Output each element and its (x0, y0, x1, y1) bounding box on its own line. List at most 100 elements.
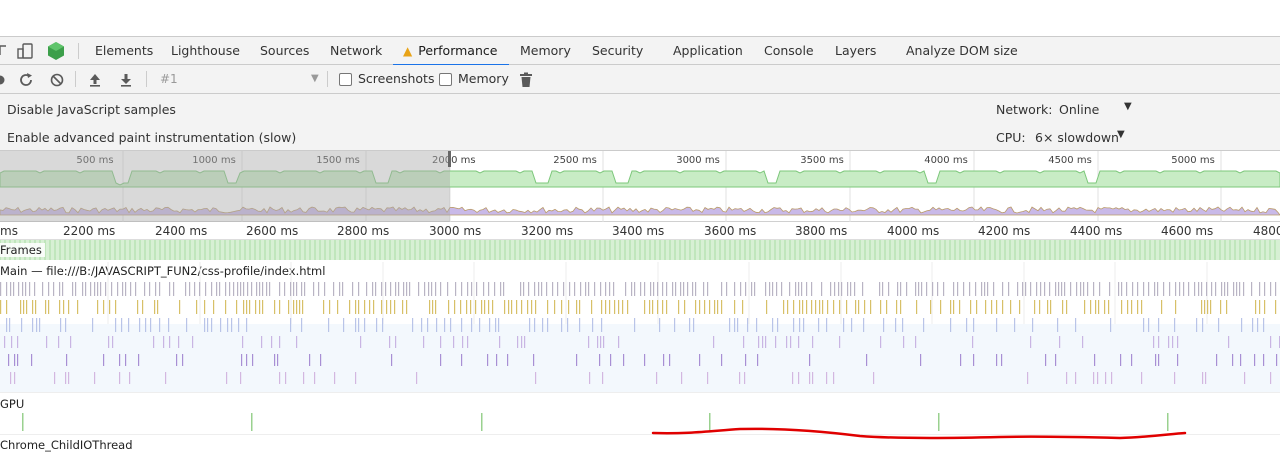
flame-chart-event[interactable] (427, 318, 429, 332)
flame-chart-event[interactable] (920, 354, 922, 366)
memory-checkbox[interactable] (439, 73, 452, 86)
flame-chart-event[interactable] (923, 318, 925, 332)
flame-chart-event[interactable] (993, 282, 995, 296)
flame-chart-event[interactable] (1093, 372, 1095, 384)
flame-chart-event[interactable] (471, 282, 473, 296)
flame-chart-event[interactable] (1205, 372, 1207, 384)
flame-chart-event[interactable] (1239, 282, 1241, 296)
flame-chart-event[interactable] (1194, 282, 1196, 296)
flame-chart-event[interactable] (66, 354, 68, 366)
flame-chart-event[interactable] (364, 318, 366, 332)
flame-chart-event[interactable] (610, 354, 612, 366)
flame-chart-event[interactable] (333, 282, 335, 296)
flame-chart-event[interactable] (644, 354, 646, 366)
flame-chart-event[interactable] (42, 282, 44, 296)
flame-chart-event[interactable] (1001, 354, 1003, 366)
flame-chart-event[interactable] (352, 282, 354, 296)
flame-chart-event[interactable] (1154, 282, 1156, 296)
gpu-track[interactable]: GPU (0, 392, 1280, 434)
flame-chart-event[interactable] (714, 300, 716, 314)
flame-chart-event[interactable] (614, 300, 616, 314)
flame-chart-event[interactable] (1027, 372, 1029, 384)
flame-chart-event[interactable] (277, 354, 279, 366)
flame-chart-event[interactable] (103, 300, 105, 314)
flame-chart-event[interactable] (290, 282, 292, 296)
flame-chart-event[interactable] (390, 282, 392, 296)
flame-chart-event[interactable] (366, 282, 368, 296)
flame-chart-event[interactable] (721, 300, 723, 314)
flame-chart-event[interactable] (737, 318, 739, 332)
flame-chart-event[interactable] (355, 318, 357, 332)
flame-chart-event[interactable] (897, 282, 899, 296)
flame-chart-event[interactable] (657, 282, 659, 296)
flame-chart-event[interactable] (18, 282, 20, 296)
flame-chart-event[interactable] (1241, 318, 1243, 332)
flame-chart-event[interactable] (169, 336, 171, 348)
flame-chart-event[interactable] (991, 300, 993, 314)
flame-chart-event[interactable] (1179, 282, 1181, 296)
flame-chart-event[interactable] (23, 300, 25, 314)
flame-chart-event[interactable] (652, 300, 654, 314)
flame-chart-event[interactable] (237, 282, 239, 296)
flame-chart-event[interactable] (903, 336, 905, 348)
flame-chart-event[interactable] (421, 318, 423, 332)
flame-chart-event[interactable] (238, 318, 240, 332)
flame-chart-event[interactable] (255, 300, 257, 314)
flame-chart-event[interactable] (447, 282, 449, 296)
flame-chart-event[interactable] (963, 282, 965, 296)
flame-chart-event[interactable] (1076, 282, 1078, 296)
flame-chart-event[interactable] (279, 282, 281, 296)
flame-chart-event[interactable] (453, 336, 455, 348)
flame-chart-event[interactable] (10, 372, 12, 384)
flame-chart-event[interactable] (1034, 300, 1036, 314)
flame-chart-event[interactable] (299, 300, 301, 314)
flame-chart-event[interactable] (165, 372, 167, 384)
flame-chart-event[interactable] (1244, 372, 1246, 384)
flame-chart-event[interactable] (159, 318, 161, 332)
flame-chart-event[interactable] (303, 372, 305, 384)
flame-chart-event[interactable] (693, 318, 695, 332)
flame-chart-event[interactable] (806, 300, 808, 314)
flame-chart-event[interactable] (435, 282, 437, 296)
flame-chart-event[interactable] (926, 282, 928, 296)
flame-chart-event[interactable] (634, 282, 636, 296)
flame-chart-event[interactable] (314, 372, 316, 384)
flame-chart-event[interactable] (261, 336, 263, 348)
flame-chart-event[interactable] (707, 372, 709, 384)
flame-chart-event[interactable] (189, 282, 191, 296)
flame-chart-event[interactable] (211, 318, 213, 332)
flame-chart-event[interactable] (337, 300, 339, 314)
flame-chart-event[interactable] (403, 282, 405, 296)
flame-chart-event[interactable] (1097, 372, 1099, 384)
flame-chart-event[interactable] (600, 336, 602, 348)
flame-chart-event[interactable] (1175, 300, 1177, 314)
flame-chart-event[interactable] (1252, 318, 1254, 332)
flame-chart-event[interactable] (461, 318, 463, 332)
flame-chart-event[interactable] (597, 336, 599, 348)
flame-chart-event[interactable] (847, 282, 849, 296)
flame-chart-event[interactable] (625, 282, 627, 296)
flame-chart-event[interactable] (762, 336, 764, 348)
flame-chart-event[interactable] (279, 336, 281, 348)
flame-chart-event[interactable] (866, 354, 868, 366)
flame-chart-event[interactable] (1049, 282, 1051, 296)
flame-chart-event[interactable] (1263, 318, 1265, 332)
flame-chart-event[interactable] (777, 318, 779, 332)
flame-chart-event[interactable] (981, 282, 983, 296)
flame-chart-event[interactable] (1010, 300, 1012, 314)
flame-chart-event[interactable] (8, 354, 10, 366)
flame-chart-event[interactable] (154, 300, 156, 314)
flame-chart-event[interactable] (809, 354, 811, 366)
flame-chart-event[interactable] (194, 282, 196, 296)
flame-chart-event[interactable] (1109, 282, 1111, 296)
flame-chart-event[interactable] (34, 282, 36, 296)
flame-chart-event[interactable] (100, 282, 102, 296)
flame-chart-event[interactable] (178, 336, 180, 348)
flame-chart-event[interactable] (734, 300, 736, 314)
flame-chart-event[interactable] (225, 282, 227, 296)
flame-chart-event[interactable] (815, 300, 817, 314)
flame-chart-event[interactable] (699, 354, 701, 366)
flame-chart-event[interactable] (687, 282, 689, 296)
flame-chart-event[interactable] (1094, 354, 1096, 366)
flame-chart-event[interactable] (1201, 282, 1203, 296)
